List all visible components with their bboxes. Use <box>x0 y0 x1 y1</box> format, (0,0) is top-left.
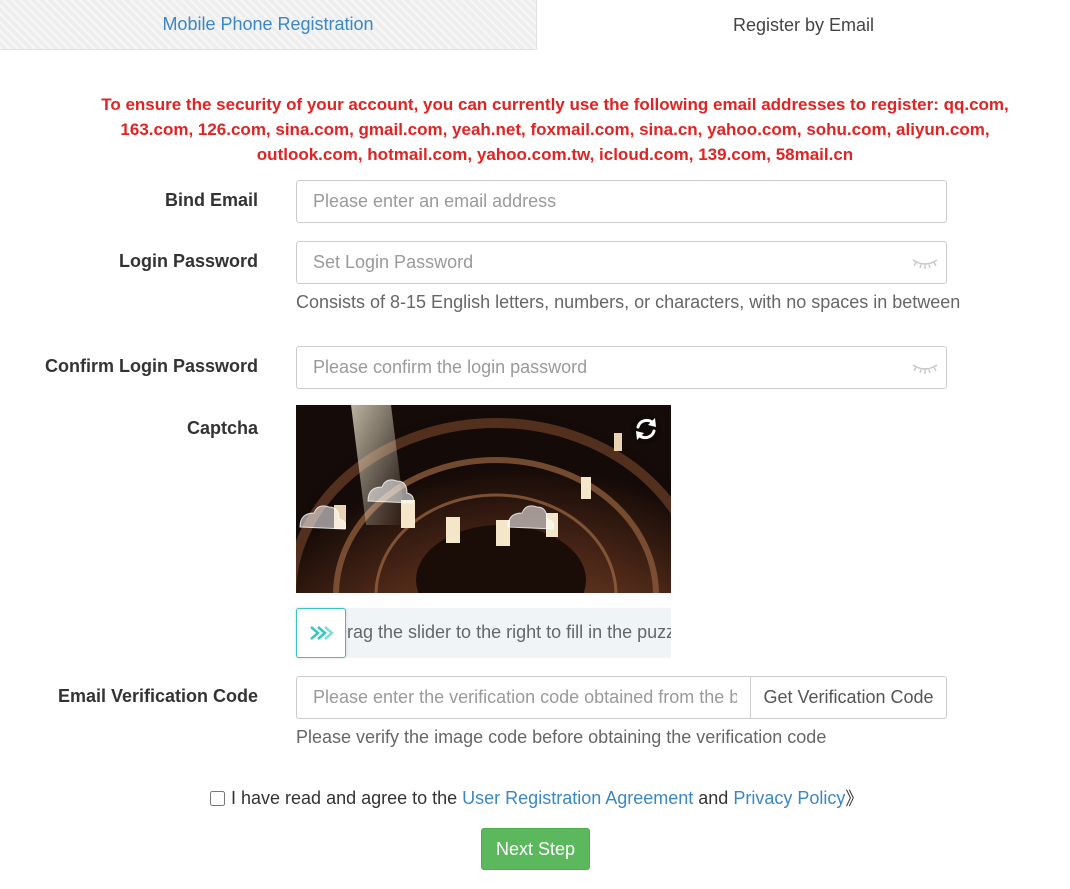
agreement-checkbox[interactable] <box>210 790 225 806</box>
captcha-slider-track: Drag the slider to the right to fill in … <box>296 608 671 658</box>
security-notice: To ensure the security of your account, … <box>101 95 1009 164</box>
verification-code-input[interactable] <box>297 677 751 718</box>
verification-code-field-wrapper <box>296 676 751 719</box>
get-verification-code-button[interactable]: Get Verification Code <box>750 676 947 719</box>
verification-code-hint: Please verify the image code before obta… <box>296 727 827 747</box>
password-label: Login Password <box>118 251 258 271</box>
verification-code-label: Email Verification Code <box>57 686 258 706</box>
email-input[interactable] <box>297 181 946 222</box>
double-chevron-right-icon <box>310 626 334 640</box>
user-agreement-link[interactable]: User Registration Agreement <box>462 788 693 809</box>
email-label: Bind Email <box>164 190 258 210</box>
refresh-icon[interactable] <box>630 413 662 445</box>
next-step-button[interactable]: Next Step <box>481 828 590 870</box>
agreement-suffix: 》 <box>845 789 864 809</box>
privacy-policy-link[interactable]: Privacy Policy <box>733 788 845 809</box>
confirm-password-input[interactable] <box>297 347 946 388</box>
tab-register-by-email[interactable]: Register by Email <box>537 0 1070 50</box>
tab-mobile-registration[interactable]: Mobile Phone Registration <box>0 0 537 50</box>
password-hint: Consists of 8-15 English letters, number… <box>296 292 961 312</box>
agreement-prefix: I have read and agree to the <box>231 787 463 808</box>
captcha-label: Captcha <box>186 418 258 438</box>
password-input[interactable] <box>297 242 946 283</box>
confirm-password-label: Confirm Login Password <box>44 356 258 376</box>
captcha-puzzle-image <box>296 405 671 593</box>
password-field-wrapper <box>296 241 947 284</box>
registration-tabs: Mobile Phone Registration Register by Em… <box>0 0 1070 50</box>
slider-instruction: Drag the slider to the right to fill in … <box>334 622 671 642</box>
captcha-slider-handle[interactable] <box>296 608 346 658</box>
eye-closed-icon[interactable] <box>911 361 939 375</box>
email-field-wrapper <box>296 180 947 223</box>
agreement-middle: and <box>693 787 734 808</box>
agreement-row: I have read and agree to the User Regist… <box>210 785 863 811</box>
eye-closed-icon[interactable] <box>911 256 939 270</box>
confirm-password-field-wrapper <box>296 346 947 389</box>
